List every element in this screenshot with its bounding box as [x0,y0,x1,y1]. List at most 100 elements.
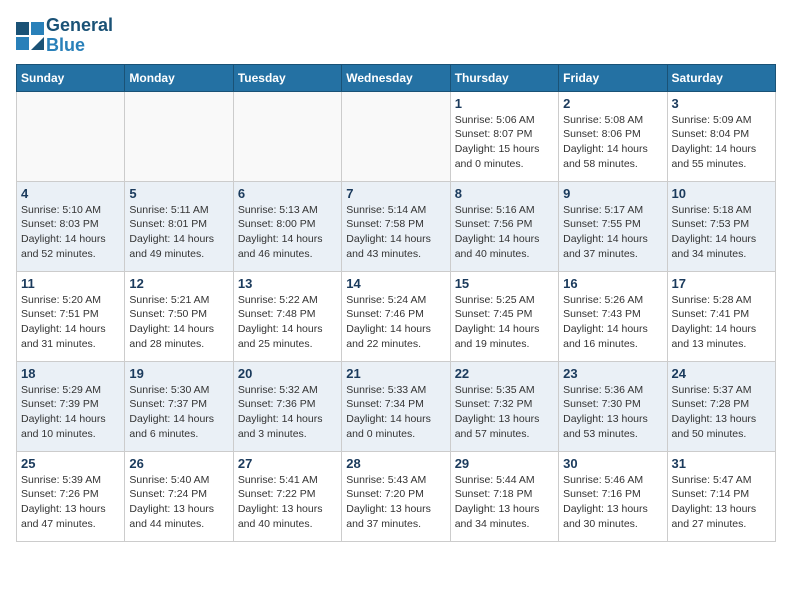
calendar-day-cell: 1 Sunrise: 5:06 AMSunset: 8:07 PMDaylight… [450,91,558,181]
day-number: 20 [238,366,337,381]
calendar-day-cell: 31Sunrise: 5:47 AMSunset: 7:14 PMDayligh… [667,451,775,541]
day-info: Sunrise: 5:13 AMSunset: 8:00 PMDaylight:… [238,203,337,262]
day-info: Sunrise: 5:22 AMSunset: 7:48 PMDaylight:… [238,293,337,352]
weekday-header-cell: Monday [125,64,233,91]
day-number: 11 [21,276,120,291]
calendar-day-cell: 9Sunrise: 5:17 AMSunset: 7:55 PMDaylight… [559,181,667,271]
day-info: Sunrise: 5:21 AMSunset: 7:50 PMDaylight:… [129,293,228,352]
calendar-day-cell: 25 Sunrise: 5:39 AMSunset: 7:26 PMDayligh… [17,451,125,541]
calendar-day-cell [233,91,341,181]
day-number: 5 [129,186,228,201]
day-number: 8 [455,186,554,201]
day-info: Sunrise: 5:41 AMSunset: 7:22 PMDaylight:… [238,473,337,532]
day-number: 22 [455,366,554,381]
day-number: 24 [672,366,771,381]
day-info: Sunrise: 5:44 AMSunset: 7:18 PMDaylight:… [455,473,554,532]
calendar-day-cell: 11 Sunrise: 5:20 AMSunset: 7:51 PMDayligh… [17,271,125,361]
day-number: 25 [21,456,120,471]
day-number: 9 [563,186,662,201]
day-number: 26 [129,456,228,471]
logo-icon [16,22,44,50]
day-number: 1 [455,96,554,111]
day-number: 6 [238,186,337,201]
day-number: 27 [238,456,337,471]
day-info: Sunrise: 5:25 AMSunset: 7:45 PMDaylight:… [455,293,554,352]
day-number: 19 [129,366,228,381]
calendar-day-cell: 22 Sunrise: 5:35 AMSunset: 7:32 PMDayligh… [450,361,558,451]
calendar-day-cell: 4Sunrise: 5:10 AMSunset: 8:03 PMDaylight… [17,181,125,271]
calendar-day-cell: 10 Sunrise: 5:18 AMSunset: 7:53 PMDayligh… [667,181,775,271]
calendar-week-row: 18 Sunrise: 5:29 AMSunset: 7:39 PMDayligh… [17,361,776,451]
calendar-day-cell: 15 Sunrise: 5:25 AMSunset: 7:45 PMDayligh… [450,271,558,361]
weekday-header-cell: Sunday [17,64,125,91]
day-info: Sunrise: 5:20 AMSunset: 7:51 PMDaylight:… [21,293,120,352]
day-number: 18 [21,366,120,381]
calendar-day-cell: 19 Sunrise: 5:30 AMSunset: 7:37 PMDayligh… [125,361,233,451]
calendar-day-cell: 21 Sunrise: 5:33 AMSunset: 7:34 PMDayligh… [342,361,450,451]
day-info: Sunrise: 5:29 AMSunset: 7:39 PMDaylight:… [21,383,120,442]
day-info: Sunrise: 5:46 AMSunset: 7:16 PMDaylight:… [563,473,662,532]
day-info: Sunrise: 5:28 AMSunset: 7:41 PMDaylight:… [672,293,771,352]
weekday-header-cell: Wednesday [342,64,450,91]
weekday-header-cell: Tuesday [233,64,341,91]
weekday-header-cell: Saturday [667,64,775,91]
day-info: Sunrise: 5:35 AMSunset: 7:32 PMDaylight:… [455,383,554,442]
calendar-week-row: 1 Sunrise: 5:06 AMSunset: 8:07 PMDaylight… [17,91,776,181]
calendar-day-cell: 26 Sunrise: 5:40 AMSunset: 7:24 PMDayligh… [125,451,233,541]
day-number: 7 [346,186,445,201]
day-number: 23 [563,366,662,381]
calendar-day-cell: 18 Sunrise: 5:29 AMSunset: 7:39 PMDayligh… [17,361,125,451]
day-info: Sunrise: 5:14 AMSunset: 7:58 PMDaylight:… [346,203,445,262]
day-info: Sunrise: 5:43 AMSunset: 7:20 PMDaylight:… [346,473,445,532]
weekday-header-cell: Friday [559,64,667,91]
calendar-day-cell: 13Sunrise: 5:22 AMSunset: 7:48 PMDayligh… [233,271,341,361]
calendar-day-cell: 29 Sunrise: 5:44 AMSunset: 7:18 PMDayligh… [450,451,558,541]
day-number: 4 [21,186,120,201]
calendar-day-cell: 16 Sunrise: 5:26 AMSunset: 7:43 PMDayligh… [559,271,667,361]
day-info: Sunrise: 5:08 AMSunset: 8:06 PMDaylight:… [563,113,662,172]
calendar-day-cell: 24 Sunrise: 5:37 AMSunset: 7:28 PMDayligh… [667,361,775,451]
calendar-day-cell [125,91,233,181]
calendar-day-cell: 6 Sunrise: 5:13 AMSunset: 8:00 PMDaylight… [233,181,341,271]
day-number: 2 [563,96,662,111]
calendar-day-cell: 14Sunrise: 5:24 AMSunset: 7:46 PMDayligh… [342,271,450,361]
day-number: 31 [672,456,771,471]
page-header: GeneralBlue [16,16,776,56]
day-info: Sunrise: 5:24 AMSunset: 7:46 PMDaylight:… [346,293,445,352]
day-info: Sunrise: 5:30 AMSunset: 7:37 PMDaylight:… [129,383,228,442]
calendar-day-cell: 27 Sunrise: 5:41 AMSunset: 7:22 PMDayligh… [233,451,341,541]
day-info: Sunrise: 5:06 AMSunset: 8:07 PMDaylight:… [455,113,554,172]
calendar-day-cell: 20 Sunrise: 5:32 AMSunset: 7:36 PMDayligh… [233,361,341,451]
logo-text: GeneralBlue [46,16,113,56]
calendar-day-cell: 2 Sunrise: 5:08 AMSunset: 8:06 PMDaylight… [559,91,667,181]
day-number: 15 [455,276,554,291]
calendar-day-cell: 12Sunrise: 5:21 AMSunset: 7:50 PMDayligh… [125,271,233,361]
day-info: Sunrise: 5:39 AMSunset: 7:26 PMDaylight:… [21,473,120,532]
day-info: Sunrise: 5:18 AMSunset: 7:53 PMDaylight:… [672,203,771,262]
calendar-day-cell [342,91,450,181]
calendar-week-row: 4Sunrise: 5:10 AMSunset: 8:03 PMDaylight… [17,181,776,271]
day-info: Sunrise: 5:32 AMSunset: 7:36 PMDaylight:… [238,383,337,442]
calendar-week-row: 25 Sunrise: 5:39 AMSunset: 7:26 PMDayligh… [17,451,776,541]
day-info: Sunrise: 5:26 AMSunset: 7:43 PMDaylight:… [563,293,662,352]
day-info: Sunrise: 5:33 AMSunset: 7:34 PMDaylight:… [346,383,445,442]
weekday-header-row: SundayMondayTuesdayWednesdayThursdayFrid… [17,64,776,91]
day-info: Sunrise: 5:37 AMSunset: 7:28 PMDaylight:… [672,383,771,442]
day-info: Sunrise: 5:16 AMSunset: 7:56 PMDaylight:… [455,203,554,262]
calendar-day-cell: 28 Sunrise: 5:43 AMSunset: 7:20 PMDayligh… [342,451,450,541]
day-number: 17 [672,276,771,291]
day-info: Sunrise: 5:40 AMSunset: 7:24 PMDaylight:… [129,473,228,532]
calendar-day-cell: 23Sunrise: 5:36 AMSunset: 7:30 PMDayligh… [559,361,667,451]
day-number: 3 [672,96,771,111]
logo: GeneralBlue [16,16,113,56]
day-number: 29 [455,456,554,471]
calendar-day-cell [17,91,125,181]
day-number: 10 [672,186,771,201]
day-number: 16 [563,276,662,291]
calendar-day-cell: 17 Sunrise: 5:28 AMSunset: 7:41 PMDayligh… [667,271,775,361]
calendar-day-cell: 3Sunrise: 5:09 AMSunset: 8:04 PMDaylight… [667,91,775,181]
day-number: 21 [346,366,445,381]
day-number: 28 [346,456,445,471]
calendar-table: SundayMondayTuesdayWednesdayThursdayFrid… [16,64,776,542]
calendar-day-cell: 5Sunrise: 5:11 AMSunset: 8:01 PMDaylight… [125,181,233,271]
